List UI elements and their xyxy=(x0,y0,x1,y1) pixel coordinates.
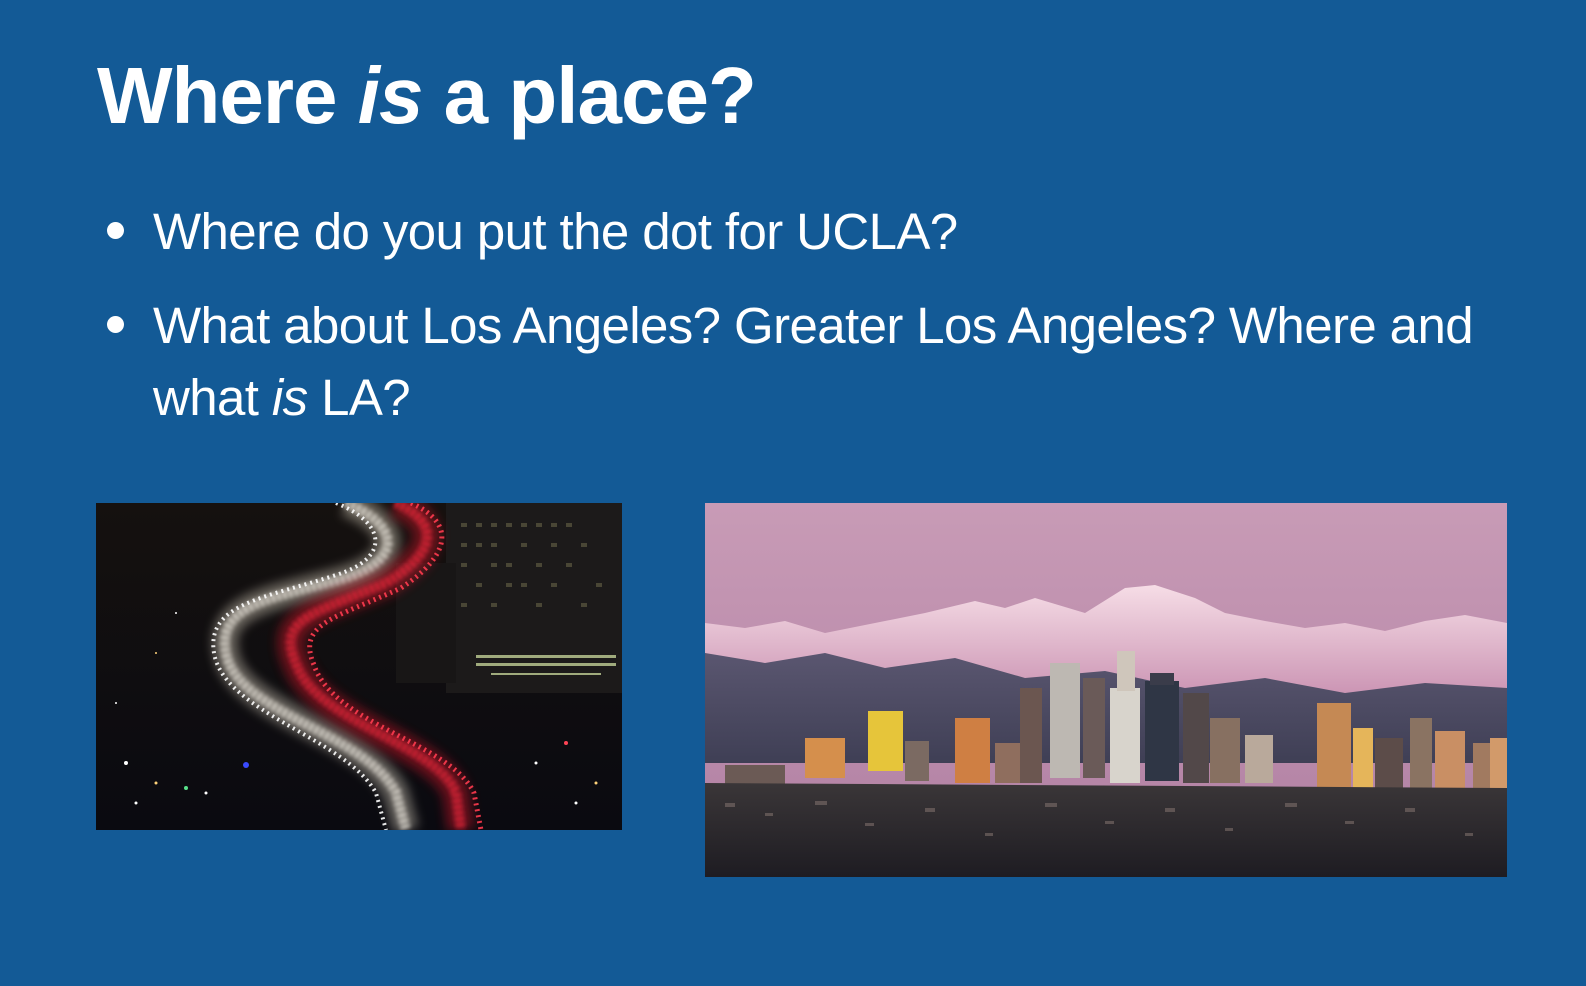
bullet-item: Where do you put the dot for UCLA? xyxy=(105,196,1525,268)
title-text-end: a place? xyxy=(422,51,757,140)
traffic-image xyxy=(96,503,622,830)
bullet-item: What about Los Angeles? Greater Los Ange… xyxy=(105,290,1525,434)
bullet-list: Where do you put the dot for UCLA? What … xyxy=(105,196,1525,456)
bullet-text: Where do you put the dot for UCLA? xyxy=(153,203,958,260)
la-skyline-mountains-photo xyxy=(705,503,1507,877)
bullet-dot-icon xyxy=(107,222,124,239)
title-text-start: Where xyxy=(97,51,358,140)
bullet-dot-icon xyxy=(107,316,124,333)
bullet-text-end: LA? xyxy=(307,369,411,426)
bullet-italic-word: is xyxy=(271,369,308,426)
title-italic-word: is xyxy=(357,51,424,140)
night-freeway-traffic-photo xyxy=(96,503,622,830)
slide: Where is a place? Where do you put the d… xyxy=(0,0,1586,986)
slide-title: Where is a place? xyxy=(97,51,757,140)
skyline-image xyxy=(705,503,1507,877)
